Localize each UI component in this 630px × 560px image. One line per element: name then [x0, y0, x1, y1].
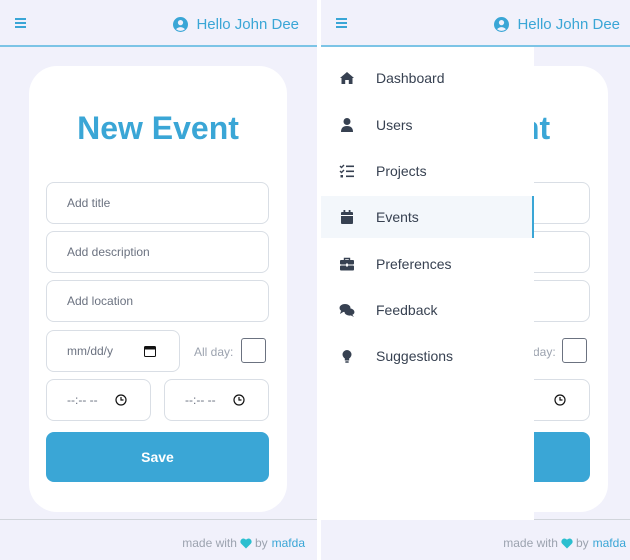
date-input[interactable]: mm/dd/y: [46, 330, 180, 372]
all-day-label: All day:: [194, 345, 234, 359]
nav-item-users[interactable]: Users: [321, 104, 534, 146]
nav-item-dashboard[interactable]: Dashboard: [321, 57, 534, 99]
heart-icon: [561, 538, 573, 548]
hamburger-menu-icon[interactable]: [15, 17, 27, 29]
heart-icon: [240, 538, 252, 548]
nav-item-events[interactable]: Events: [321, 196, 534, 238]
right-screen: Hello John Dee nt day: made with by mafd…: [321, 0, 630, 560]
title-input[interactable]: Add title: [46, 182, 269, 224]
comments-icon: [339, 304, 355, 317]
nav-label: Dashboard: [376, 70, 445, 86]
nav-item-suggestions[interactable]: Suggestions: [321, 335, 534, 377]
end-time-placeholder: --:-- --: [185, 393, 216, 407]
user-greeting[interactable]: Hello John Dee: [173, 15, 299, 33]
nav-item-preferences[interactable]: Preferences: [321, 243, 534, 285]
user-circle-icon: [494, 16, 510, 32]
location-input[interactable]: Add location: [46, 280, 269, 322]
all-day-checkbox[interactable]: [241, 338, 266, 363]
greeting-text: Hello John Dee: [517, 15, 620, 33]
nav-item-feedback[interactable]: Feedback: [321, 289, 534, 331]
lightbulb-icon: [342, 350, 352, 363]
greeting-text: Hello John Dee: [196, 15, 299, 33]
new-event-card: New Event Add title Add description Add …: [29, 66, 287, 512]
calendar-icon: [341, 210, 353, 224]
clock-icon[interactable]: [554, 394, 566, 406]
home-icon: [340, 72, 354, 84]
footer-by: by: [254, 536, 268, 550]
clock-icon[interactable]: [233, 394, 245, 406]
footer: made with by mafda: [0, 519, 317, 560]
user-greeting[interactable]: Hello John Dee: [494, 15, 620, 33]
start-time-placeholder: --:-- --: [67, 393, 98, 407]
save-button[interactable]: Save: [46, 432, 269, 482]
nav-label: Suggestions: [376, 348, 454, 364]
clock-icon[interactable]: [115, 394, 127, 406]
end-time-input[interactable]: --:-- --: [164, 379, 269, 421]
left-screen: Hello John Dee New Event Add title Add d…: [0, 0, 317, 560]
footer-by: by: [575, 536, 589, 550]
toolbox-icon: [340, 257, 354, 271]
user-icon: [341, 118, 353, 132]
calendar-picker-icon[interactable]: [144, 345, 156, 357]
nav-label: Projects: [376, 163, 427, 179]
nav-label: Events: [376, 209, 419, 225]
nav-label: Users: [376, 117, 413, 133]
author-link[interactable]: mafda: [272, 536, 305, 550]
date-placeholder: mm/dd/y: [67, 344, 114, 358]
top-bar: Hello John Dee: [0, 0, 317, 47]
nav-label: Preferences: [376, 256, 452, 272]
all-day-checkbox[interactable]: [562, 338, 587, 363]
nav-item-projects[interactable]: Projects: [321, 150, 534, 192]
user-circle-icon: [173, 16, 189, 32]
top-bar: Hello John Dee: [321, 0, 630, 47]
footer-made-with: made with: [503, 536, 558, 550]
footer: made with by mafda: [321, 519, 630, 560]
start-time-input[interactable]: --:-- --: [46, 379, 151, 421]
author-link[interactable]: mafda: [593, 536, 626, 550]
page-title: New Event: [77, 110, 239, 146]
hamburger-menu-icon[interactable]: [336, 17, 348, 29]
nav-label: Feedback: [376, 302, 438, 318]
footer-made-with: made with: [182, 536, 237, 550]
description-input[interactable]: Add description: [46, 231, 269, 273]
checklist-icon: [339, 164, 354, 178]
navigation-drawer: Dashboard Users Projects Events Preferen…: [321, 47, 534, 520]
all-day-label-fragment: day:: [533, 345, 556, 359]
